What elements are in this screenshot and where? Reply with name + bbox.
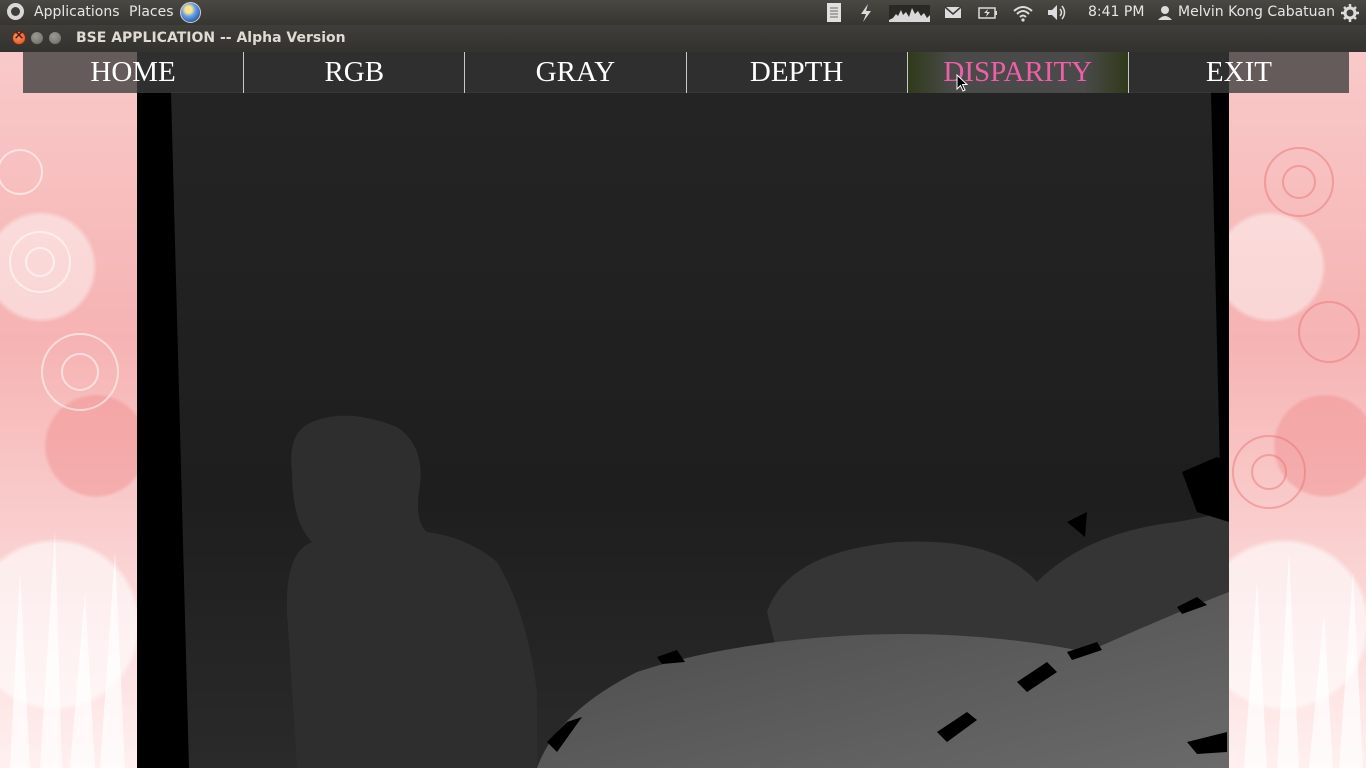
window-title: BSE APPLICATION -- Alpha Version [76, 30, 346, 46]
clock[interactable]: 8:41 PM [1088, 0, 1144, 25]
globe-icon[interactable] [180, 2, 201, 23]
window-close-button[interactable] [12, 28, 26, 45]
wifi-icon[interactable] [1012, 2, 1034, 23]
system-monitor-icon[interactable] [889, 2, 931, 23]
mouse-cursor-icon [956, 74, 968, 92]
user-name[interactable]: Melvin Kong Cabatuan [1178, 0, 1335, 25]
nav-gray[interactable]: GRAY [465, 52, 687, 93]
main-navigation: HOME RGB GRAY DEPTH DISPARITY EXIT [23, 52, 1349, 93]
window-title-bar[interactable]: BSE APPLICATION -- Alpha Version [0, 25, 1366, 52]
nav-rgb[interactable]: RGB [244, 52, 466, 93]
power-gear-icon[interactable] [1340, 2, 1360, 23]
bolt-icon[interactable] [858, 2, 874, 23]
disparity-image-view [137, 52, 1229, 768]
mail-icon[interactable] [944, 2, 962, 23]
top-panel: Applications Places 8:41 PM Melvin Kong … [0, 0, 1366, 25]
left-floral-background [0, 52, 137, 768]
volume-icon[interactable] [1046, 2, 1068, 23]
right-floral-background [1229, 52, 1366, 768]
window-maximize-button[interactable] [48, 31, 62, 45]
user-icon [1157, 2, 1173, 23]
battery-icon[interactable] [978, 2, 998, 23]
nav-disparity[interactable]: DISPARITY [907, 52, 1129, 93]
ubuntu-logo-icon[interactable] [7, 3, 24, 20]
window-minimize-button[interactable] [30, 31, 44, 45]
places-menu[interactable]: Places [129, 0, 174, 25]
nav-home[interactable]: HOME [23, 52, 245, 93]
nav-exit[interactable]: EXIT [1129, 52, 1349, 93]
document-icon[interactable] [825, 2, 843, 23]
app-content: HOME RGB GRAY DEPTH DISPARITY EXIT [0, 52, 1366, 768]
applications-menu[interactable]: Applications [34, 0, 120, 25]
nav-depth[interactable]: DEPTH [687, 52, 908, 93]
